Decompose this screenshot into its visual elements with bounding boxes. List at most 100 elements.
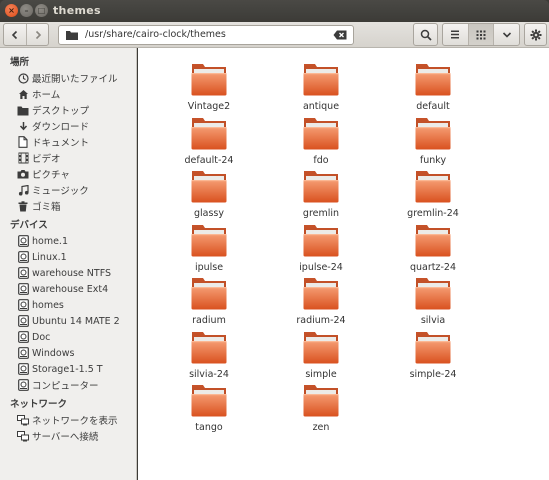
folder-icon xyxy=(191,223,227,260)
sidebar-item-device[interactable]: warehouse NTFS xyxy=(17,265,135,281)
folder-label: simple xyxy=(305,369,337,380)
folder-item[interactable]: gremlin-24 xyxy=(388,167,478,219)
sidebar-item-device[interactable]: warehouse Ext4 xyxy=(17,281,135,297)
folder-item[interactable]: simple xyxy=(276,328,366,380)
window-title: themes xyxy=(53,4,101,17)
sidebar-item-documents[interactable]: ドキュメント xyxy=(17,134,135,150)
drive-icon xyxy=(17,315,29,327)
folder-icon xyxy=(191,116,227,153)
folder-item[interactable]: silvia-24 xyxy=(164,328,254,380)
folder-icon xyxy=(303,276,339,313)
location-bar[interactable]: /usr/share/cairo-clock/themes xyxy=(58,25,354,45)
forward-button[interactable] xyxy=(26,24,48,45)
sidebar-item-device[interactable]: homes xyxy=(17,297,135,313)
folder-item[interactable]: quartz-24 xyxy=(388,221,478,273)
folder-item[interactable]: antique xyxy=(276,60,366,112)
sidebar-item-device[interactable]: home.1 xyxy=(17,233,135,249)
folder-label: tango xyxy=(195,422,223,433)
folder-label: funky xyxy=(419,155,447,166)
folder-icon xyxy=(415,169,451,206)
chevron-right-icon xyxy=(35,30,41,39)
window-maximize-button[interactable]: □ xyxy=(35,4,48,17)
folder-icon xyxy=(415,276,451,313)
grid-icon xyxy=(476,30,486,39)
sidebar-item-device[interactable]: Linux.1 xyxy=(17,249,135,265)
sidebar: 場所 最近開いたファイル ホーム デスクトップ ダウンロード ドキュメント ビデ… xyxy=(0,48,137,480)
folder-label: simple-24 xyxy=(409,369,457,380)
list-icon xyxy=(451,30,460,39)
folder-item[interactable]: tango xyxy=(164,381,254,433)
folder-item[interactable]: default-24 xyxy=(164,114,254,166)
list-view-button[interactable] xyxy=(443,24,468,45)
folder-item[interactable]: silvia xyxy=(388,274,478,326)
folder-label: glassy xyxy=(193,208,224,219)
sidebar-item-computer[interactable]: コンピューター xyxy=(17,377,135,393)
music-note-icon xyxy=(17,184,29,196)
sidebar-item-trash[interactable]: ゴミ箱 xyxy=(17,198,135,214)
folder-item[interactable]: radium-24 xyxy=(276,274,366,326)
file-grid: Vintage2 antique default default-24 fdo funky… xyxy=(138,48,549,480)
sidebar-item-videos[interactable]: ビデオ xyxy=(17,150,135,166)
folder-label: radium-24 xyxy=(296,315,346,326)
window-minimize-button[interactable]: – xyxy=(20,4,33,17)
folder-label: antique xyxy=(302,101,340,112)
settings-button[interactable] xyxy=(524,23,547,46)
folder-item[interactable]: glassy xyxy=(164,167,254,219)
folder-icon xyxy=(303,169,339,206)
search-button[interactable] xyxy=(413,23,438,46)
sidebar-item-home[interactable]: ホーム xyxy=(17,86,135,102)
grid-view-button[interactable] xyxy=(467,24,494,45)
folder-item[interactable]: gremlin xyxy=(276,167,366,219)
sidebar-item-device[interactable]: Doc xyxy=(17,329,135,345)
sidebar-heading-places: 場所 xyxy=(10,57,30,68)
sidebar-item-browse-network[interactable]: ネットワークを表示 xyxy=(17,412,135,428)
home-icon xyxy=(17,88,29,100)
folder-item[interactable]: Vintage2 xyxy=(164,60,254,112)
sidebar-item-device[interactable]: Storage1-1.5 T xyxy=(17,361,135,377)
view-options-button[interactable] xyxy=(493,24,519,45)
folder-item[interactable]: ipulse xyxy=(164,221,254,273)
gear-icon xyxy=(530,29,541,40)
sidebar-heading-devices: デバイス xyxy=(10,220,48,231)
sidebar-heading-network: ネットワーク xyxy=(10,399,68,410)
chevron-down-icon xyxy=(502,31,511,38)
drive-icon xyxy=(17,347,29,359)
title-bar: × – □ themes xyxy=(0,0,549,22)
sidebar-item-downloads[interactable]: ダウンロード xyxy=(17,118,135,134)
nav-button-group xyxy=(3,23,49,46)
download-arrow-icon xyxy=(17,120,29,132)
folder-label: zen xyxy=(312,422,330,433)
sidebar-item-connect-server[interactable]: サーバーへ接続 xyxy=(17,428,135,444)
folder-item[interactable]: fdo xyxy=(276,114,366,166)
sidebar-item-device[interactable]: Ubuntu 14 MATE 2 xyxy=(17,313,135,329)
folder-icon xyxy=(303,62,339,99)
sidebar-item-pictures[interactable]: ピクチャ xyxy=(17,166,135,182)
back-button[interactable] xyxy=(4,24,26,45)
chevron-left-icon xyxy=(11,30,18,39)
folder-icon xyxy=(415,330,451,367)
folder-item[interactable]: simple-24 xyxy=(388,328,478,380)
folder-icon xyxy=(191,276,227,313)
folder-label: silvia xyxy=(420,315,446,326)
view-mode-group xyxy=(442,23,520,46)
drive-icon xyxy=(17,363,29,375)
clear-backspace-icon[interactable] xyxy=(333,30,347,40)
folder-item[interactable]: default xyxy=(388,60,478,112)
drive-icon xyxy=(17,331,29,343)
folder-icon xyxy=(415,223,451,260)
network-icon xyxy=(17,414,29,426)
folder-item[interactable]: radium xyxy=(164,274,254,326)
window-close-button[interactable]: × xyxy=(5,4,18,17)
sidebar-item-desktop[interactable]: デスクトップ xyxy=(17,102,135,118)
folder-label: Vintage2 xyxy=(187,101,231,112)
folder-label: silvia-24 xyxy=(189,369,229,380)
sidebar-item-device[interactable]: Windows xyxy=(17,345,135,361)
folder-item[interactable]: funky xyxy=(388,114,478,166)
recent-clock-icon xyxy=(17,72,29,84)
folder-item[interactable]: zen xyxy=(276,381,366,433)
sidebar-item-recent[interactable]: 最近開いたファイル xyxy=(17,70,135,86)
drive-icon xyxy=(17,283,29,295)
folder-icon xyxy=(191,62,227,99)
sidebar-item-music[interactable]: ミュージック xyxy=(17,182,135,198)
folder-item[interactable]: ipulse-24 xyxy=(276,221,366,273)
